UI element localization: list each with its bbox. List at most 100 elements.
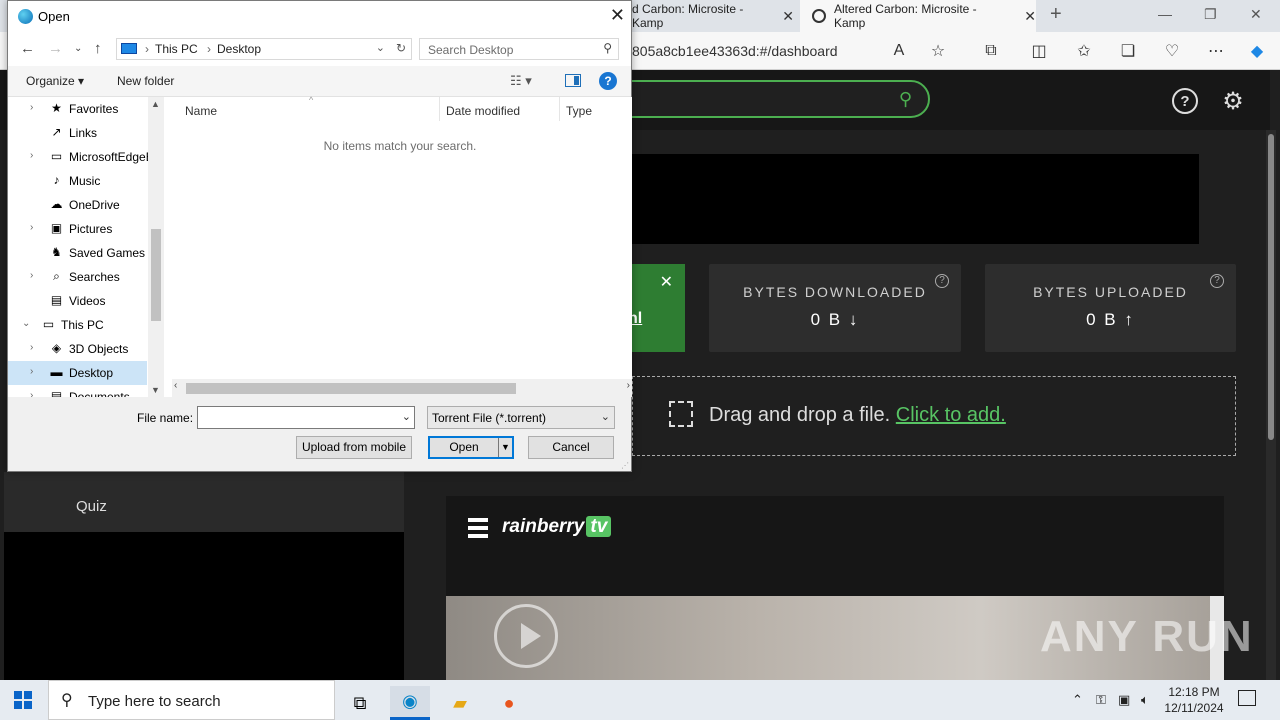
preview-pane-icon[interactable] [565,74,581,87]
chevron-up-icon[interactable]: ▲ [151,99,160,109]
back-arrow-icon[interactable]: ← [20,40,35,57]
breadcrumb[interactable]: › This PC › Desktop ⌄ ↻ [116,38,412,60]
chevron-left-icon[interactable]: ‹ [174,380,177,391]
file-list-hscrollbar[interactable]: ‹ › [172,379,632,397]
nav-item[interactable]: ☁ OneDrive [8,193,147,217]
favorites-icon[interactable]: ✩ [1073,40,1095,62]
open-options-chevron-down-icon[interactable]: ▼ [498,438,512,457]
chevron-right-icon[interactable]: › [627,380,630,391]
chevron-down-icon[interactable]: ⌄ [402,410,411,423]
split-screen-icon[interactable]: ◫ [1028,40,1050,62]
tab-close-icon[interactable]: ✕ [1024,8,1036,25]
file-type-select[interactable]: Torrent File (*.torrent) ⌄ [427,406,615,429]
help-button[interactable]: ? [599,72,617,90]
new-tab-button[interactable]: + [1050,3,1062,26]
hamburger-menu-icon[interactable] [468,518,488,538]
chevron-right-icon[interactable]: › [30,222,33,233]
tab-close-icon[interactable]: ✕ [782,8,794,25]
scrollbar-thumb[interactable] [151,229,161,321]
file-explorer-icon[interactable]: ▰ [440,686,480,720]
security-icon[interactable]: ⚿ [1096,692,1106,708]
chevron-down-icon[interactable]: ⌄ [601,410,610,423]
nav-item[interactable]: ⌄ ▭ This PC [8,313,147,337]
edge-taskbar-icon[interactable]: ◉ [390,686,430,720]
network-icon[interactable]: ▣ [1118,692,1130,708]
more-menu-icon[interactable]: ⋯ [1205,40,1227,62]
url-field[interactable]: 805a8cb1ee43363d:#/dashboard [632,43,838,59]
help-icon[interactable]: ? [935,274,949,288]
cancel-button[interactable]: Cancel [528,436,614,459]
close-icon[interactable]: ✕ [610,5,625,26]
chevron-right-icon[interactable]: › [30,342,33,353]
page-search-input[interactable]: ⚲ [600,80,930,118]
nav-item[interactable]: ↗ Links [8,121,147,145]
click-to-add-link[interactable]: Click to add. [896,404,1006,426]
taskbar-search-input[interactable]: ⚲ Type here to search [48,680,335,720]
resize-grip-icon[interactable]: ⋰ [621,461,629,470]
nav-item[interactable]: › ◈ 3D Objects [8,337,147,361]
play-icon[interactable] [494,604,558,668]
up-arrow-icon[interactable]: ↑ [94,40,102,57]
chevron-right-icon[interactable]: › [207,42,211,56]
view-options-icon[interactable]: ☷ ▾ [510,73,532,89]
recent-chevron-down-icon[interactable]: ⌄ [74,43,82,54]
nav-item[interactable]: ♪ Music [8,169,147,193]
chevron-down-icon[interactable]: ▼ [151,385,160,395]
file-name-input[interactable]: ⌄ [197,406,415,429]
windows-start-icon[interactable] [14,691,32,709]
chevron-right-icon[interactable]: › [30,270,33,281]
firefox-icon[interactable]: ● [489,686,529,720]
nav-item[interactable]: ▤ Videos [8,289,147,313]
minimize-button[interactable]: — [1158,6,1172,22]
chevron-down-icon[interactable]: ⌄ [22,318,30,329]
organize-button[interactable]: Organize ▾ [26,74,84,88]
collections-icon[interactable]: ❏ [1117,40,1139,62]
forward-arrow-icon[interactable]: → [48,40,63,57]
favorite-star-icon[interactable]: ☆ [927,40,949,62]
column-divider[interactable] [559,97,560,121]
upload-from-mobile-button[interactable]: Upload from mobile [296,436,412,459]
chevron-right-icon[interactable]: › [145,42,149,56]
settings-gear-icon[interactable]: ⚙ [1220,88,1246,115]
maximize-button[interactable]: ❐ [1204,6,1217,23]
notification-icon[interactable] [1238,690,1256,706]
breadcrumb-desktop[interactable]: Desktop [217,42,261,56]
page-scrollbar[interactable] [1266,130,1276,680]
nav-item[interactable]: ♞ Saved Games [8,241,147,265]
new-folder-button[interactable]: New folder [117,74,174,88]
copilot-icon[interactable]: ◆ [1246,40,1268,62]
volume-icon[interactable]: 🔈︎ [1141,692,1149,708]
file-dropzone[interactable]: Drag and drop a file. Click to add. [632,376,1236,456]
nav-item[interactable]: › ⌕ Searches [8,265,147,289]
extensions-icon[interactable]: ⧉ [980,40,1002,62]
dialog-search-input[interactable]: Search Desktop ⚲ [419,38,619,60]
close-icon[interactable]: ✕ [660,272,673,292]
breadcrumb-this-pc[interactable]: This PC [155,42,198,56]
sidebar-item-quiz[interactable]: Quiz [76,498,107,515]
chevron-right-icon[interactable]: › [30,102,33,113]
scrollbar-thumb[interactable] [1268,134,1274,440]
column-divider[interactable] [439,97,440,121]
nav-item[interactable]: › ▬ Desktop [8,361,147,385]
nav-item[interactable]: › ▣ Pictures [8,217,147,241]
navigation-scrollbar[interactable]: ▲ ▼ [148,97,164,397]
nav-item[interactable]: ›▭MicrosoftEdgeBackups [8,145,164,169]
task-view-icon[interactable]: ⧉ [340,686,380,720]
column-header-type[interactable]: Type [566,104,592,118]
chevron-right-icon[interactable]: › [30,390,33,397]
nav-item[interactable]: › ▤ Documents [8,385,147,397]
refresh-icon[interactable]: ↻ [396,41,406,55]
chevron-right-icon[interactable]: › [30,150,33,161]
column-header-name[interactable]: Name [185,104,217,118]
help-icon[interactable]: ? [1172,88,1198,114]
scrollbar-thumb[interactable] [186,383,516,394]
browser-tab-active[interactable]: Altered Carbon: Microsite - Kamp ✕ [800,0,1036,32]
chevron-down-icon[interactable]: ⌄ [376,41,385,54]
read-aloud-icon[interactable]: A [888,40,910,62]
browser-tab[interactable]: d Carbon: Microsite - Kamp ✕ [632,0,794,32]
open-button[interactable]: Open ▼ [428,436,514,459]
column-header-date-modified[interactable]: Date modified [446,104,520,118]
chevron-right-icon[interactable]: › [30,366,33,377]
performance-icon[interactable]: ♡ [1161,40,1183,62]
chevron-up-icon[interactable]: ⌃ [1072,692,1083,708]
